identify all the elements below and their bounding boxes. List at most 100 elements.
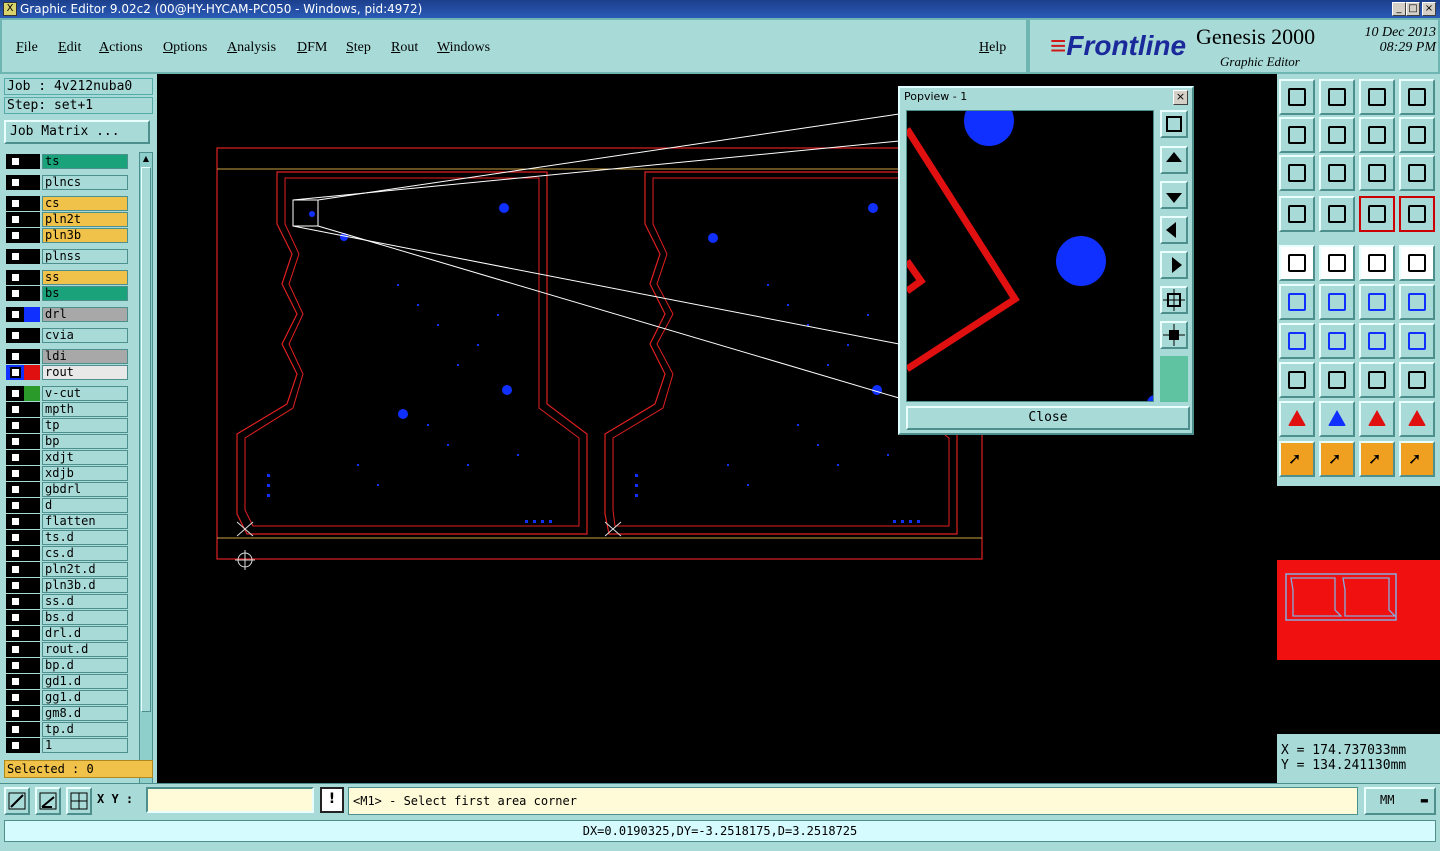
delete-node-button[interactable] (1319, 284, 1355, 320)
popview-canvas[interactable] (906, 110, 1154, 402)
home-button[interactable] (1359, 79, 1395, 115)
layer-name[interactable]: tp (42, 418, 128, 433)
layer-row[interactable]: ts.d (6, 530, 128, 545)
line-draw-button[interactable] (1319, 245, 1355, 281)
layer-row[interactable]: pln3b.d (6, 578, 128, 593)
popview-pan-right-button[interactable] (1160, 251, 1188, 279)
layer-color-swatch[interactable] (24, 286, 40, 301)
layer-color-swatch[interactable] (24, 658, 40, 673)
ruler-button[interactable] (1279, 196, 1315, 232)
layer-color-swatch[interactable] (24, 175, 40, 190)
layer-name[interactable]: xdjb (42, 466, 128, 481)
layer-name[interactable]: bp (42, 434, 128, 449)
layer-checkbox[interactable] (10, 251, 21, 262)
layer-name[interactable]: drl.d (42, 626, 128, 641)
arc-button[interactable] (1359, 323, 1395, 359)
menu-options[interactable]: Options (163, 40, 207, 56)
layer-name[interactable]: plnss (42, 249, 128, 264)
popview-zoom-in-button[interactable] (1160, 286, 1188, 314)
triangle-red2-button[interactable] (1399, 401, 1435, 437)
layer-row[interactable]: cs.d (6, 546, 128, 561)
layer-color-swatch[interactable] (24, 610, 40, 625)
popview-window[interactable]: Popview - 1 × Close (898, 86, 1194, 435)
layer-checkbox[interactable] (10, 452, 21, 463)
query-button[interactable] (1399, 155, 1435, 191)
layer-row[interactable]: rout.d (6, 642, 128, 657)
layer-color-swatch[interactable] (24, 690, 40, 705)
layer-color-swatch[interactable] (24, 249, 40, 264)
layer-row[interactable]: bs.d (6, 610, 128, 625)
menu-actions[interactable]: Actions (99, 40, 143, 56)
layer-name[interactable]: gg1.d (42, 690, 128, 705)
popview-close-button[interactable]: Close (906, 406, 1190, 430)
layer-color-swatch[interactable] (24, 365, 40, 380)
xy-input[interactable] (146, 787, 314, 813)
layer-color-swatch[interactable] (24, 196, 40, 211)
layer-color-swatch[interactable] (24, 642, 40, 657)
layer-color-swatch[interactable] (24, 402, 40, 417)
layer-row[interactable]: ss.d (6, 594, 128, 609)
popview-pan-left-button[interactable] (1160, 216, 1188, 244)
maximize-icon[interactable]: □ (1406, 2, 1420, 16)
layer-row[interactable]: gg1.d (6, 690, 128, 705)
layer-checkbox[interactable] (10, 532, 21, 543)
layer-color-swatch[interactable] (24, 578, 40, 593)
edit-vertex-button[interactable] (1399, 284, 1435, 320)
layer-name[interactable]: v-cut (42, 386, 128, 401)
layer-name[interactable]: 1 (42, 738, 128, 753)
layer-checkbox[interactable] (10, 644, 21, 655)
layer-row[interactable]: tp.d (6, 722, 128, 737)
layer-checkbox[interactable] (10, 484, 21, 495)
layer-row[interactable]: mpth (6, 402, 128, 417)
step-left-button[interactable] (1279, 117, 1315, 153)
layer-checkbox[interactable] (10, 676, 21, 687)
layer-scrollbar[interactable]: ▲ ▼ (139, 152, 153, 828)
line-button[interactable] (1319, 323, 1355, 359)
layer-name[interactable]: xdjt (42, 450, 128, 465)
layer-row[interactable]: d (6, 498, 128, 513)
stretch-button[interactable] (1359, 362, 1395, 398)
layer-checkbox[interactable] (10, 724, 21, 735)
layer-checkbox[interactable] (10, 230, 21, 241)
layer-color-swatch[interactable] (24, 450, 40, 465)
triangle-button[interactable] (1279, 401, 1315, 437)
menu-help[interactable]: Help (979, 40, 1006, 56)
layer-color-swatch[interactable] (24, 307, 40, 322)
layer-checkbox[interactable] (10, 288, 21, 299)
route-button[interactable]: ➚ (1399, 441, 1435, 477)
layer-color-swatch[interactable] (24, 154, 40, 169)
home-down-button[interactable] (1319, 79, 1355, 115)
layer-color-swatch[interactable] (24, 349, 40, 364)
layer-checkbox[interactable] (10, 388, 21, 399)
layer-name[interactable]: d (42, 498, 128, 513)
menu-file[interactable]: File (16, 40, 38, 56)
close-icon[interactable]: × (1422, 2, 1436, 16)
overview-map[interactable] (1277, 486, 1440, 734)
layer-color-swatch[interactable] (24, 562, 40, 577)
popview-close-icon[interactable]: × (1173, 90, 1188, 105)
layer-row[interactable]: plnss (6, 249, 128, 264)
layer-row[interactable]: drl (6, 307, 128, 322)
layer-color-swatch[interactable] (24, 434, 40, 449)
probe-button[interactable] (1319, 196, 1355, 232)
layer-row[interactable]: xdjt (6, 450, 128, 465)
minimize-icon[interactable]: _ (1392, 2, 1406, 16)
layer-color-swatch[interactable] (24, 466, 40, 481)
pointer-box2-button[interactable]: ➚ (1359, 441, 1395, 477)
triangle-blue-button[interactable] (1319, 401, 1355, 437)
layer-row[interactable]: plncs (6, 175, 128, 190)
layer-row[interactable]: bs (6, 286, 128, 301)
triangle-red-button[interactable] (1359, 401, 1395, 437)
popview-zoom-fit-button[interactable] (1160, 110, 1188, 138)
layer-color-swatch[interactable] (24, 228, 40, 243)
menu-step[interactable]: Step (346, 40, 371, 56)
snake-button[interactable] (1399, 117, 1435, 153)
layer-name[interactable]: rout.d (42, 642, 128, 657)
layer-name[interactable]: gbdrl (42, 482, 128, 497)
layer-color-swatch[interactable] (24, 270, 40, 285)
move-vertex-button[interactable] (1359, 284, 1395, 320)
layer-name[interactable]: plncs (42, 175, 128, 190)
layer-color-swatch[interactable] (24, 738, 40, 753)
layer-name[interactable]: bs.d (42, 610, 128, 625)
layer-checkbox[interactable] (10, 548, 21, 559)
